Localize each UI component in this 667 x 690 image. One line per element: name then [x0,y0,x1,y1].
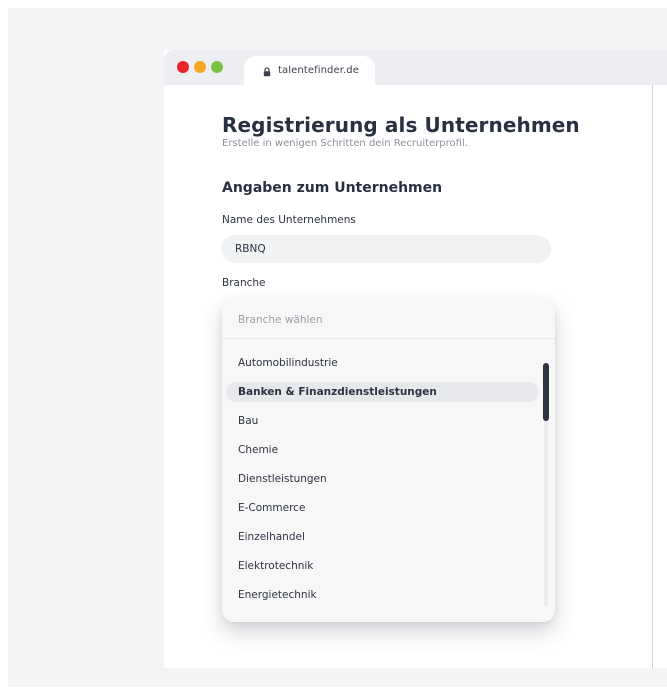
page-background: talentefinder.de Registrierung als Unter… [8,8,667,687]
page-title: Registrierung als Unternehmen [222,113,580,137]
page-subtitle: Erstelle in wenigen Schritten dein Recru… [222,138,468,149]
browser-toolbar: talentefinder.de [164,50,667,85]
branche-dropdown[interactable]: Branche wählen Automobilindustrie Banken… [222,299,555,622]
dropdown-option[interactable]: Chemie [226,440,539,460]
branche-placeholder: Branche wählen [238,314,323,326]
maximize-window-button[interactable] [211,61,223,73]
close-window-button[interactable] [177,61,189,73]
dropdown-option[interactable]: Bau [226,411,539,431]
branche-select[interactable]: Branche wählen [222,299,555,339]
minimize-window-button[interactable] [194,61,206,73]
section-title: Angaben zum Unternehmen [222,180,443,196]
dropdown-option[interactable]: E-Commerce [226,498,539,518]
browser-tab[interactable]: talentefinder.de [244,56,375,85]
company-name-value: RBNQ [235,243,266,255]
browser-window: talentefinder.de Registrierung als Unter… [164,50,667,668]
dropdown-option[interactable]: Elektrotechnik [226,556,539,576]
dropdown-option[interactable]: Automobilindustrie [226,353,539,373]
page-edge-line [652,85,653,668]
company-name-input[interactable]: RBNQ [221,235,551,263]
dropdown-option-highlighted[interactable]: Banken & Finanzdienstleistungen [226,382,539,402]
url-text: talentefinder.de [278,65,359,76]
company-name-label: Name des Unternehmens [222,214,356,226]
lock-icon [263,67,271,77]
dropdown-option[interactable]: Energietechnik [226,585,539,605]
branche-label: Branche [222,277,266,289]
dropdown-scrollbar-thumb[interactable] [543,363,549,421]
dropdown-option[interactable]: Dienstleistungen [226,469,539,489]
dropdown-option[interactable]: Einzelhandel [226,527,539,547]
